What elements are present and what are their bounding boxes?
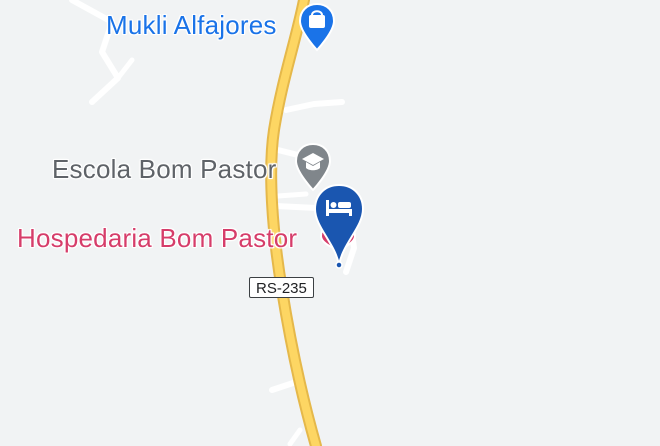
road-shield-rs-235: RS-235: [249, 277, 314, 298]
place-label-mukli-alfajores[interactable]: Mukli Alfajores: [106, 10, 277, 41]
minor-road: [275, 191, 309, 199]
map-canvas[interactable]: Mukli Alfajores Escola Bom Pastor Hosped…: [0, 0, 660, 446]
minor-road: [287, 427, 303, 446]
bed-icon[interactable]: [313, 183, 365, 269]
minor-road: [115, 57, 135, 81]
place-label-hospedaria-bom-pastor[interactable]: Hospedaria Bom Pastor: [17, 223, 297, 254]
shopping-bag-icon[interactable]: [298, 2, 336, 52]
place-label-escola-bom-pastor[interactable]: Escola Bom Pastor: [52, 154, 277, 185]
minor-road: [269, 379, 299, 393]
minor-road: [283, 99, 345, 113]
